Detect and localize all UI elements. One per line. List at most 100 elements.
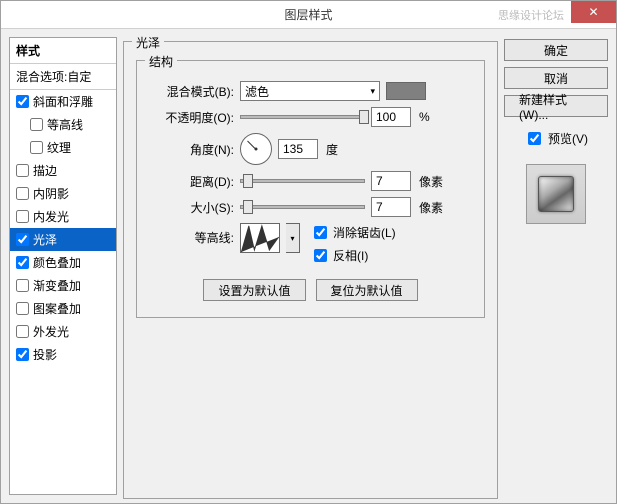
angle-unit: 度	[326, 141, 338, 158]
size-row: 大小(S): 像素	[149, 197, 472, 217]
blend-mode-label: 混合模式(B):	[149, 83, 234, 100]
set-default-button[interactable]: 设置为默认值	[203, 279, 305, 301]
blend-mode-row: 混合模式(B): 滤色 ▾	[149, 81, 472, 101]
contour-label: 等高线:	[149, 223, 234, 246]
style-item-checkbox[interactable]	[30, 141, 43, 154]
style-item-6[interactable]: 光泽	[10, 228, 116, 251]
style-item-label: 图案叠加	[33, 300, 81, 317]
structure-group: 结构 混合模式(B): 滤色 ▾ 不透明度(O):	[136, 60, 485, 318]
style-item-checkbox[interactable]	[16, 187, 29, 200]
preview-input[interactable]	[528, 132, 541, 145]
style-item-label: 外发光	[33, 323, 69, 340]
preview-checkbox[interactable]: 预览(V)	[504, 129, 608, 148]
distance-slider-thumb[interactable]	[243, 174, 253, 188]
ok-button[interactable]: 确定	[504, 39, 608, 61]
angle-input[interactable]	[278, 139, 318, 159]
style-item-7[interactable]: 颜色叠加	[10, 251, 116, 274]
blend-mode-value: 滤色	[245, 83, 269, 100]
window-title: 图层样式	[284, 6, 332, 23]
style-item-8[interactable]: 渐变叠加	[10, 274, 116, 297]
angle-hand-icon	[247, 141, 256, 150]
size-input[interactable]	[371, 197, 411, 217]
style-item-label: 斜面和浮雕	[33, 93, 93, 110]
opacity-label: 不透明度(O):	[149, 109, 234, 126]
preview-swatch-icon	[538, 176, 574, 212]
opacity-input[interactable]	[371, 107, 411, 127]
titlebar: 图层样式 思缘设计论坛 ✕	[1, 1, 616, 29]
style-item-label: 渐变叠加	[33, 277, 81, 294]
effect-title: 光泽	[132, 34, 164, 51]
watermark-text: 思缘设计论坛	[498, 7, 564, 23]
styles-listbox: 样式 混合选项:自定 斜面和浮雕等高线纹理描边内阴影内发光光泽颜色叠加渐变叠加图…	[9, 37, 117, 495]
contour-dropdown-button[interactable]: ▾	[286, 223, 300, 253]
color-swatch[interactable]	[386, 82, 426, 100]
style-item-9[interactable]: 图案叠加	[10, 297, 116, 320]
style-item-3[interactable]: 描边	[10, 159, 116, 182]
style-item-10[interactable]: 外发光	[10, 320, 116, 343]
blend-options-row[interactable]: 混合选项:自定	[10, 64, 116, 90]
preview-thumbnail	[526, 164, 586, 224]
style-item-2[interactable]: 纹理	[10, 136, 116, 159]
close-button[interactable]: ✕	[571, 1, 616, 23]
antialias-checkbox[interactable]: 消除锯齿(L)	[310, 223, 396, 242]
antialias-input[interactable]	[314, 226, 327, 239]
style-item-checkbox[interactable]	[16, 279, 29, 292]
layer-style-dialog: 图层样式 思缘设计论坛 ✕ 样式 混合选项:自定 斜面和浮雕等高线纹理描边内阴影…	[0, 0, 617, 504]
antialias-label: 消除锯齿(L)	[333, 224, 396, 241]
contour-picker[interactable]	[240, 223, 280, 253]
style-item-checkbox[interactable]	[16, 256, 29, 269]
style-item-label: 内发光	[33, 208, 69, 225]
style-item-checkbox[interactable]	[16, 210, 29, 223]
style-item-label: 描边	[33, 162, 57, 179]
contour-checks: 消除锯齿(L) 反相(I)	[310, 223, 396, 265]
contour-row: 等高线: ▾ 消除锯齿(L)	[149, 223, 472, 265]
style-item-11[interactable]: 投影	[10, 343, 116, 366]
style-item-label: 等高线	[47, 116, 83, 133]
size-unit: 像素	[419, 199, 443, 216]
opacity-unit: %	[419, 110, 430, 124]
size-slider[interactable]	[240, 205, 365, 209]
style-item-label: 纹理	[47, 139, 71, 156]
dialog-body: 样式 混合选项:自定 斜面和浮雕等高线纹理描边内阴影内发光光泽颜色叠加渐变叠加图…	[1, 29, 616, 503]
style-item-checkbox[interactable]	[16, 348, 29, 361]
invert-label: 反相(I)	[333, 247, 368, 264]
style-item-checkbox[interactable]	[16, 95, 29, 108]
invert-checkbox[interactable]: 反相(I)	[310, 246, 396, 265]
settings-column: 光泽 结构 混合模式(B): 滤色 ▾ 不透明度(O):	[123, 37, 498, 495]
opacity-slider[interactable]	[240, 115, 365, 119]
new-style-button[interactable]: 新建样式(W)...	[504, 95, 608, 117]
distance-slider[interactable]	[240, 179, 365, 183]
distance-input[interactable]	[371, 171, 411, 191]
angle-label: 角度(N):	[149, 141, 234, 158]
close-icon: ✕	[588, 5, 598, 19]
style-item-0[interactable]: 斜面和浮雕	[10, 90, 116, 113]
style-item-checkbox[interactable]	[30, 118, 43, 131]
preview-label: 预览(V)	[548, 130, 588, 147]
style-item-5[interactable]: 内发光	[10, 205, 116, 228]
actions-column: 确定 取消 新建样式(W)... 预览(V)	[504, 37, 608, 495]
style-item-checkbox[interactable]	[16, 325, 29, 338]
blend-mode-select[interactable]: 滤色 ▾	[240, 81, 380, 101]
style-item-checkbox[interactable]	[16, 164, 29, 177]
distance-label: 距离(D):	[149, 173, 234, 190]
style-item-label: 光泽	[33, 231, 57, 248]
style-item-label: 内阴影	[33, 185, 69, 202]
style-item-label: 投影	[33, 346, 57, 363]
style-item-1[interactable]: 等高线	[10, 113, 116, 136]
distance-unit: 像素	[419, 173, 443, 190]
opacity-row: 不透明度(O): %	[149, 107, 472, 127]
chevron-down-icon: ▾	[370, 86, 375, 97]
size-label: 大小(S):	[149, 199, 234, 216]
styles-header: 样式	[10, 38, 116, 64]
style-item-checkbox[interactable]	[16, 302, 29, 315]
size-slider-thumb[interactable]	[243, 200, 253, 214]
style-item-4[interactable]: 内阴影	[10, 182, 116, 205]
invert-input[interactable]	[314, 249, 327, 262]
angle-dial[interactable]	[240, 133, 272, 165]
style-item-checkbox[interactable]	[16, 233, 29, 246]
opacity-slider-thumb[interactable]	[359, 110, 369, 124]
angle-row: 角度(N): 度	[149, 133, 472, 165]
reset-default-button[interactable]: 复位为默认值	[316, 279, 418, 301]
cancel-button[interactable]: 取消	[504, 67, 608, 89]
style-item-label: 颜色叠加	[33, 254, 81, 271]
